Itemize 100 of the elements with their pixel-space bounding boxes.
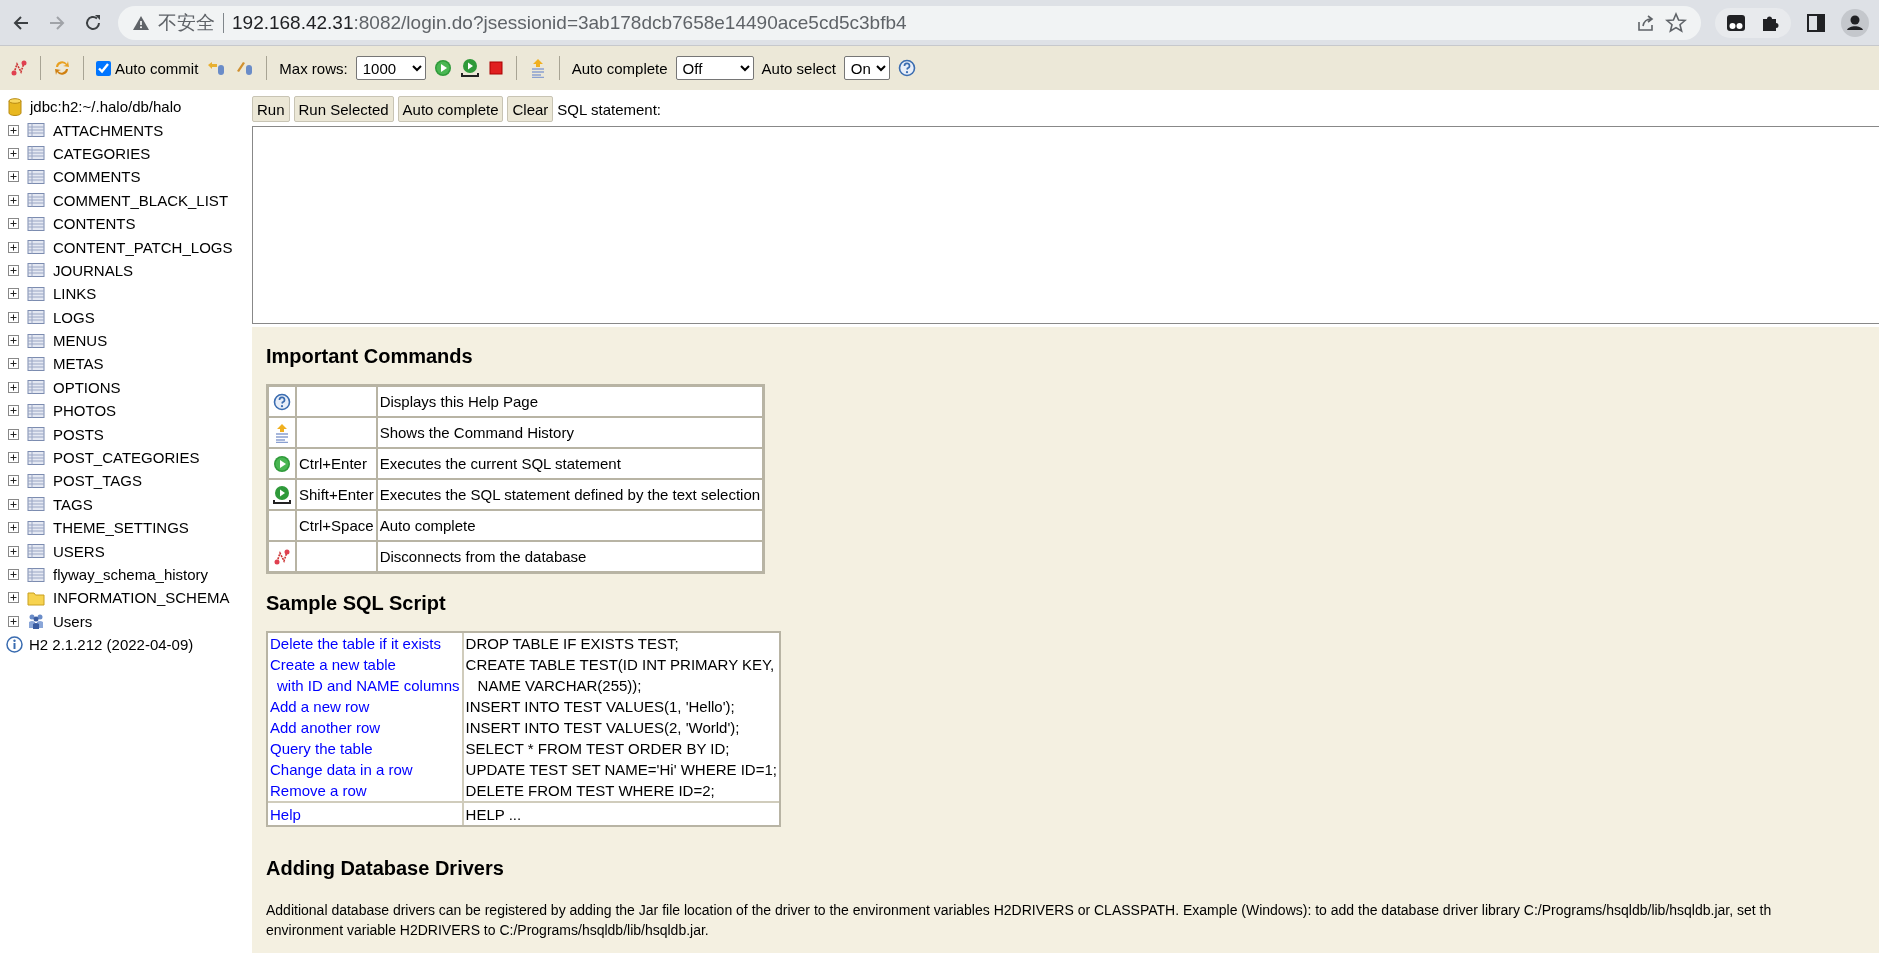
sample-link[interactable]: Add a new row: [270, 698, 370, 715]
table-icon: [27, 426, 45, 443]
expand-icon[interactable]: [8, 264, 19, 276]
auto-select-label: Auto select: [761, 59, 836, 77]
tree-item[interactable]: LOGS: [53, 308, 95, 326]
sample-link[interactable]: Help: [270, 805, 301, 823]
table-icon: [27, 262, 45, 279]
expand-icon[interactable]: [8, 569, 19, 580]
sql-text: NAME VARCHAR(255));: [476, 677, 642, 694]
expand-icon[interactable]: [8, 147, 19, 159]
tree-item[interactable]: CATEGORIES: [53, 144, 151, 162]
sample-link[interactable]: Delete the table if it exists: [270, 635, 441, 652]
toolbar-button[interactable]: Run: [252, 96, 290, 122]
expand-icon[interactable]: [8, 288, 19, 300]
tree-item[interactable]: POST_CATEGORIES: [53, 449, 200, 467]
expand-icon[interactable]: [8, 124, 19, 136]
address-bar[interactable]: 不安全 192.168.42.31:8082/login.do?jsessionid=3ab178dcb7658e14490ace5cd5c3bfb4: [118, 5, 1701, 40]
sample-link[interactable]: Add another row: [270, 719, 381, 736]
expand-icon[interactable]: [8, 452, 19, 464]
tree-item[interactable]: OPTIONS: [53, 378, 121, 396]
tree-item[interactable]: COMMENTS: [53, 168, 141, 186]
expand-icon[interactable]: [8, 381, 19, 393]
sample-link[interactable]: Remove a row: [270, 782, 367, 799]
tree-item[interactable]: POSTS: [53, 425, 104, 443]
expand-icon[interactable]: [8, 498, 19, 510]
sample-link[interactable]: Query the table: [270, 740, 373, 757]
expand-icon[interactable]: [8, 522, 19, 534]
tree-item[interactable]: flyway_schema_history: [53, 566, 209, 583]
shortcut-text: Ctrl+Space: [299, 517, 374, 534]
star-icon[interactable]: [1665, 11, 1687, 34]
tree-item[interactable]: CONTENT_PATCH_LOGS: [53, 238, 233, 256]
tree-item[interactable]: Users: [53, 612, 93, 630]
expand-icon[interactable]: [8, 428, 19, 440]
info-icon: [6, 636, 23, 654]
tree-item[interactable]: POST_TAGS: [53, 472, 142, 490]
max-rows-select[interactable]: 1000: [355, 56, 426, 80]
expand-icon[interactable]: [8, 358, 19, 370]
tree-item[interactable]: COMMENT_BLACK_LIST: [53, 191, 229, 209]
help-icon[interactable]: [897, 59, 916, 77]
table-icon: [27, 449, 45, 466]
commit-icon[interactable]: [234, 59, 255, 77]
command-description: Executes the current SQL statement: [379, 455, 621, 472]
tree-item[interactable]: LINKS: [53, 285, 97, 303]
tree-item[interactable]: METAS: [53, 355, 104, 373]
auto-commit-check[interactable]: [96, 60, 111, 76]
version-label: H2 2.1.212 (2022-04-09): [29, 636, 194, 654]
table-icon: [27, 239, 45, 256]
toolbar-button[interactable]: Auto complete: [397, 96, 504, 122]
drivers-paragraph: Additional database drivers can be registered by adding the Jar file location of the driver to the environment variables H2DRIVERS or CLASSPATH. Example (Windows): to add the database driver library C:/Programs/hsqldb/lib/hsqldb.jar, set th environment variable H2DRIVERS to C:/Programs/hsqldb/lib/hsqldb.jar.: [266, 901, 1773, 940]
disconnect-icon[interactable]: [10, 59, 28, 77]
disconnect-icon[interactable]: [273, 547, 291, 566]
sql-statement-label: SQL statement:: [557, 100, 661, 118]
folder-icon: [27, 589, 45, 606]
tree-item[interactable]: JOURNALS: [53, 261, 134, 279]
table-icon: [27, 356, 45, 372]
toolbar-button[interactable]: Clear: [507, 96, 554, 122]
tree-item[interactable]: CONTENTS: [53, 215, 136, 233]
sample-link[interactable]: Change data in a row: [270, 761, 413, 778]
tree-item[interactable]: MENUS: [53, 332, 108, 350]
table-icon: [27, 285, 45, 302]
run-selected-icon[interactable]: [459, 58, 480, 78]
auto-complete-select[interactable]: Off: [675, 56, 754, 80]
expand-icon[interactable]: [8, 475, 19, 487]
table-icon: [27, 215, 45, 232]
tree-item[interactable]: INFORMATION_SCHEMA: [53, 589, 230, 607]
auto-commit-checkbox[interactable]: Auto commit: [96, 59, 199, 77]
profile-avatar[interactable]: [1841, 8, 1869, 37]
auto-complete-label: Auto complete: [571, 59, 668, 77]
sql-field[interactable]: [252, 126, 1879, 324]
expand-icon[interactable]: [8, 171, 19, 183]
sql-text: DELETE FROM TEST WHERE ID=2;: [465, 782, 715, 799]
expand-icon[interactable]: [8, 218, 19, 230]
table-icon: [27, 332, 45, 349]
expand-icon[interactable]: [8, 311, 19, 323]
expand-icon[interactable]: [8, 592, 19, 604]
tree-item[interactable]: TAGS: [53, 495, 93, 513]
tree-item[interactable]: PHOTOS: [53, 402, 117, 420]
side-panel-icon[interactable]: [1805, 11, 1827, 34]
toolbar-button[interactable]: Run Selected: [293, 96, 394, 122]
sql-text: SELECT * FROM TEST ORDER BY ID;: [465, 740, 730, 757]
stop-icon[interactable]: [487, 60, 504, 76]
sample-link[interactable]: with ID and NAME columns: [270, 677, 460, 694]
expand-icon[interactable]: [8, 241, 19, 253]
auto-select-select[interactable]: On: [843, 56, 890, 80]
expand-icon[interactable]: [8, 615, 19, 627]
tree-item[interactable]: THEME_SETTINGS: [53, 519, 189, 537]
expand-icon[interactable]: [8, 545, 19, 557]
sample-link[interactable]: Create a new table: [270, 656, 396, 673]
rollback-icon[interactable]: [206, 59, 227, 77]
tree-item[interactable]: USERS: [53, 542, 105, 560]
expand-icon[interactable]: [8, 194, 19, 206]
table-icon: [27, 566, 45, 583]
expand-icon[interactable]: [8, 335, 19, 347]
refresh-icon[interactable]: [53, 59, 71, 77]
expand-icon[interactable]: [8, 405, 19, 417]
history-icon: [273, 422, 291, 443]
connection-label: jdbc:h2:~/.halo/db/halo: [30, 98, 182, 116]
shortcut-text: Shift+Enter: [299, 486, 374, 503]
run-icon[interactable]: [433, 59, 452, 77]
tree-item[interactable]: ATTACHMENTS: [53, 121, 164, 139]
